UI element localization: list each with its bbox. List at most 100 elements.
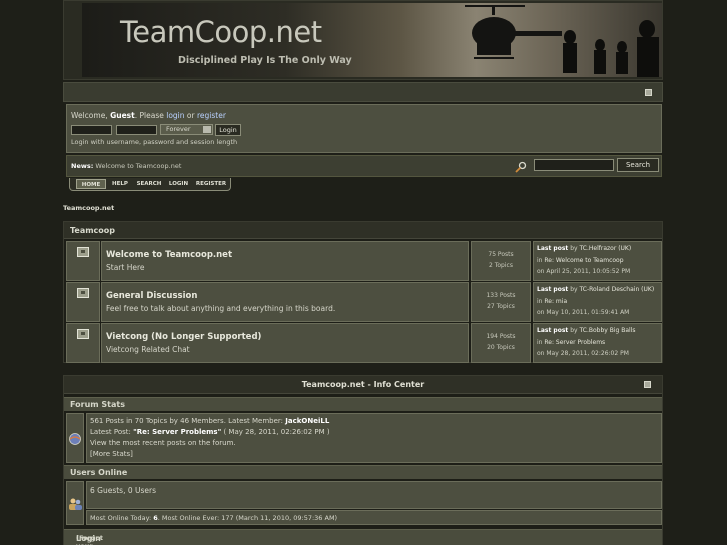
most-online-line: Most Online Today: 6. Most Online Ever: … xyxy=(90,514,337,522)
please-text: . Please xyxy=(134,111,164,120)
collapse-info-center-icon[interactable] xyxy=(644,381,651,388)
site-tagline: Disciplined Play Is The Only Way xyxy=(178,55,352,66)
login-hint: Login with username, password and sessio… xyxy=(71,138,238,146)
in-text: in xyxy=(537,298,543,305)
users-online-count: 6 Guests, 0 Users xyxy=(90,486,157,495)
last-post-subject[interactable]: Re: mia xyxy=(544,298,567,305)
recent-posts-link[interactable]: View the most recent posts on the forum. xyxy=(90,439,236,447)
forum-stats-header: Forum Stats xyxy=(64,397,662,411)
board-icon-cell xyxy=(66,241,100,281)
most-online-row: Most Online Today: 6. Most Online Ever: … xyxy=(86,510,662,525)
last-post-subject[interactable]: Re: Server Problems xyxy=(544,339,605,346)
board-row[interactable]: Welcome to Teamcoop.net Start Here xyxy=(101,241,469,281)
stats-icon-cell xyxy=(66,413,84,463)
board-topics: 20 Topics xyxy=(487,344,515,351)
board-posts: 194 Posts xyxy=(486,333,516,340)
login-link[interactable]: login xyxy=(166,111,184,120)
register-link[interactable]: register xyxy=(197,111,226,120)
board-topics: 2 Topics xyxy=(489,262,513,269)
collapse-upshrink-icon[interactable] xyxy=(645,89,652,96)
category-title[interactable]: Teamcoop xyxy=(70,226,115,235)
news-text: News: Welcome to Teamcoop.net xyxy=(71,162,181,170)
username-input[interactable] xyxy=(71,125,112,135)
forum-stats-body: 561 Posts in 70 Topics by 46 Members. La… xyxy=(86,413,662,463)
latest-member-link[interactable]: JackONeiLL xyxy=(285,417,329,425)
users-online-header: Users Online xyxy=(64,465,662,479)
menu-search[interactable]: SEARCH xyxy=(135,179,163,189)
last-post-date: on May 10, 2011, 01:59:41 AM xyxy=(537,309,630,316)
board-title[interactable]: Vietcong (No Longer Supported) xyxy=(106,332,261,342)
user-panel: Welcome, Guest. Please login or register… xyxy=(66,104,662,153)
site-banner[interactable]: TeamCoop.net Disciplined Play Is The Onl… xyxy=(82,3,662,77)
more-stats-link[interactable]: [More Stats] xyxy=(90,450,133,458)
board-posts: 75 Posts xyxy=(488,251,514,258)
site-logo-text: TeamCoop.net xyxy=(120,15,322,49)
users-online-icon xyxy=(69,498,82,510)
stats-summary: 561 Posts in 70 Topics by 46 Members. La… xyxy=(90,417,284,425)
menu-home[interactable]: HOME xyxy=(76,179,106,189)
board-description: Vietcong Related Chat xyxy=(106,345,190,354)
info-center-header: Teamcoop.net - Info Center xyxy=(64,376,662,394)
chevron-down-icon[interactable] xyxy=(203,126,211,133)
welcome-prefix: Welcome, xyxy=(71,111,108,120)
menu-login[interactable]: LOGIN xyxy=(167,179,190,189)
board-stats: 194 Posts 20 Topics xyxy=(471,323,531,363)
session-length-select[interactable]: Forever xyxy=(160,124,213,135)
login-button[interactable]: Login xyxy=(215,124,241,136)
main-menu: HOME HELP SEARCH LOGIN REGISTER xyxy=(69,178,231,191)
users-icon-cell xyxy=(66,481,84,525)
password-input[interactable] xyxy=(116,125,157,135)
board-no-new-posts-icon xyxy=(77,288,89,298)
last-post-label: Last post xyxy=(537,286,569,293)
board-last-post: Last post by TC-Roland Deschain (UK) in … xyxy=(533,282,662,322)
stats-summary-line: 561 Posts in 70 Topics by 46 Members. La… xyxy=(90,417,329,425)
most-online-label: Most Online Today: xyxy=(90,514,152,522)
news-label: News: xyxy=(71,162,94,170)
most-online-ever: . Most Online Ever: 177 (March 11, 2010,… xyxy=(157,514,338,522)
board-row[interactable]: Vietcong (No Longer Supported) Vietcong … xyxy=(101,323,469,363)
users-online-title: Users Online xyxy=(70,468,128,477)
board-title[interactable]: Welcome to Teamcoop.net xyxy=(106,250,232,260)
latest-post-label: Latest Post: xyxy=(90,428,131,436)
users-online-body: 6 Guests, 0 Users xyxy=(86,481,662,509)
board-description: Start Here xyxy=(106,263,145,272)
last-post-label: Last post xyxy=(537,327,569,334)
board-description: Feel free to talk about anything and eve… xyxy=(106,304,336,313)
board-row[interactable]: General Discussion Feel free to talk abo… xyxy=(101,282,469,322)
session-length-value: Forever xyxy=(166,125,191,133)
board-icon-cell xyxy=(66,323,100,363)
info-center-title: Teamcoop.net - Info Center xyxy=(301,380,425,389)
search-button[interactable]: Search xyxy=(617,158,659,172)
board-stats: 75 Posts 2 Topics xyxy=(471,241,531,281)
category-header: Teamcoop xyxy=(64,222,662,239)
news-bar: News: Welcome to Teamcoop.net Search xyxy=(66,155,662,177)
search-icon xyxy=(515,161,527,173)
last-post-label: Last post xyxy=(537,245,569,252)
latest-post-line: Latest Post: "Re: Server Problems" ( May… xyxy=(90,428,330,436)
in-text: in xyxy=(537,339,543,346)
breadcrumb[interactable]: Teamcoop.net xyxy=(63,204,114,212)
in-text: in xyxy=(537,257,543,264)
login-section-header: Login (Forgot your password?) xyxy=(64,529,662,545)
userbar xyxy=(63,82,663,102)
or-text: or xyxy=(186,111,195,120)
last-post-author[interactable]: TC-Roland Deschain (UK) xyxy=(579,286,654,293)
latest-post-link[interactable]: "Re: Server Problems" xyxy=(133,428,221,436)
news-content: Welcome to Teamcoop.net xyxy=(95,162,182,170)
menu-register[interactable]: REGISTER xyxy=(194,179,228,189)
guest-name: Guest xyxy=(110,111,135,120)
welcome-text: Welcome, Guest. Please login or register xyxy=(71,111,226,120)
last-post-author[interactable]: TC.Bobby Big Balls xyxy=(579,327,635,334)
last-post-author[interactable]: TC.Helfrazor (UK) xyxy=(579,245,631,252)
forum-stats-title: Forum Stats xyxy=(70,400,125,409)
last-post-subject[interactable]: Re: Welcome to Teamcoop xyxy=(544,257,623,264)
site-header: TeamCoop.net Disciplined Play Is The Onl… xyxy=(63,0,663,80)
board-title[interactable]: General Discussion xyxy=(106,291,197,301)
by-text: by xyxy=(570,327,578,334)
forgot-password-link[interactable]: (Forgot your password?) xyxy=(76,534,118,545)
board-topics: 27 Topics xyxy=(487,303,515,310)
search-input[interactable] xyxy=(534,159,614,171)
menu-help[interactable]: HELP xyxy=(110,179,130,189)
board-icon-cell xyxy=(66,282,100,322)
board-category: Teamcoop Welcome to Teamcoop.net Start H… xyxy=(63,221,663,363)
